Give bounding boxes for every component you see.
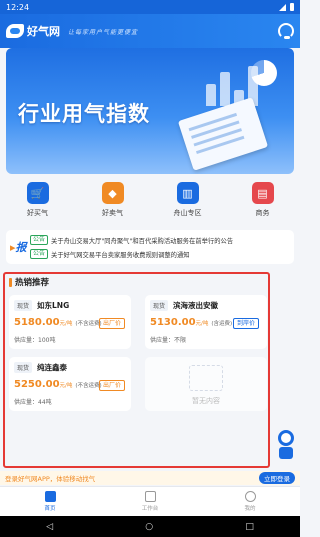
quick-nav: 🛒 好买气 ◆ 好卖气 ▥ 舟山专区 ▤ 商务	[0, 182, 300, 226]
logo: 好气网	[6, 23, 60, 39]
tab-label: 工作台	[141, 506, 159, 512]
status-bar: 12:24	[0, 0, 300, 14]
pie-chart-decoration	[251, 60, 277, 86]
product-card[interactable]: 现货 纯连鑫泰 5250.00 元/吨 (不含运费) 出厂价 供应量：44吨	[9, 357, 131, 411]
status-icons	[279, 3, 294, 11]
hot-sale-title: 热销推荐	[15, 278, 50, 288]
grid-icon	[144, 491, 156, 502]
quick-nav-buy[interactable]: 🛒 好买气	[3, 182, 73, 226]
empty-illustration	[189, 365, 223, 391]
notice-text: 关于舟山交易大厅"同舟聚气"和百代采购活动服务在前举行的公告	[51, 237, 234, 245]
notice-tag: 公告	[30, 249, 49, 259]
product-name: 纯连鑫泰	[37, 363, 68, 372]
login-prompt-text: 登录好气网APP，体验移动找气	[5, 475, 96, 483]
quick-nav-label: 商务	[255, 209, 270, 217]
announcement-icon: ▸报	[10, 241, 27, 254]
product-card[interactable]: 现货 如东LNG 5180.00 元/吨 (不含运费) 出厂价 供应量：100吨	[9, 295, 131, 349]
robot-assistant-icon[interactable]	[275, 430, 297, 462]
tab-workbench[interactable]: 工作台	[100, 487, 200, 516]
user-icon	[244, 491, 256, 502]
home-icon	[44, 491, 56, 502]
bottom-tab-bar: 首页 工作台 我的	[0, 486, 300, 516]
product-type-chip: 现货	[14, 300, 33, 311]
back-icon[interactable]: ◁	[46, 522, 53, 532]
status-time: 12:24	[6, 2, 30, 12]
price-unit: 元/吨	[59, 383, 73, 389]
home-button-icon[interactable]: ○	[145, 522, 153, 532]
app-header: 好气网 让每家用户气能更便宜	[0, 14, 300, 48]
tab-profile[interactable]: 我的	[200, 487, 300, 516]
notice-board: ▸报 公告 关于舟山交易大厅"同舟聚气"和百代采购活动服务在前举行的公告 公告 …	[6, 230, 294, 264]
price-unit: 元/吨	[195, 321, 209, 327]
product-price: 5130.00 元/吨 (含运费)	[150, 317, 232, 328]
tag-icon: ◆	[101, 182, 124, 204]
supply-amount: 供应量：44吨	[14, 399, 52, 406]
notice-tag: 公告	[30, 235, 49, 245]
section-title: 热销推荐	[9, 276, 49, 288]
product-type-chip: 现货	[14, 362, 33, 373]
login-prompt-bar: 登录好气网APP，体验移动找气 立即登录	[0, 471, 300, 485]
logo-text: 好气网	[27, 25, 60, 38]
price-note: (不含运费)	[75, 383, 102, 389]
document-decoration	[177, 97, 269, 171]
logo-icon	[6, 24, 24, 38]
product-price: 5180.00 元/吨 (不含运费)	[14, 317, 102, 328]
recent-apps-icon[interactable]: □	[245, 522, 254, 532]
product-price: 5250.00 元/吨 (不含运费)	[14, 379, 102, 390]
empty-card: 暂无内容	[145, 357, 267, 411]
tab-home[interactable]: 首页	[0, 487, 100, 516]
empty-text: 暂无内容	[192, 397, 220, 405]
price-type-button[interactable]: 出厂价	[99, 380, 126, 391]
quick-nav-sell[interactable]: ◆ 好卖气	[78, 182, 148, 226]
quick-nav-business[interactable]: ▤ 商务	[228, 182, 298, 226]
product-name: 滨海液出安徽	[173, 301, 219, 310]
notice-text: 关于好气网交易平台卖家服务收费规则调整的通知	[51, 251, 190, 259]
price-type-button[interactable]: 到岸价	[233, 318, 260, 329]
tab-label: 首页	[44, 506, 56, 512]
quick-nav-label: 舟山专区	[173, 209, 202, 217]
login-button[interactable]: 立即登录	[259, 472, 295, 484]
supply-amount: 供应量：100吨	[14, 337, 56, 344]
battery-icon	[290, 3, 294, 11]
building-icon: ▥	[176, 182, 199, 204]
price-type-button[interactable]: 出厂价	[99, 318, 126, 329]
notice-item[interactable]: 公告 关于舟山交易大厅"同舟聚气"和百代采购活动服务在前举行的公告	[30, 235, 290, 245]
price-note: (不含运费)	[75, 321, 102, 327]
cart-icon: 🛒	[26, 182, 49, 204]
price-value: 5130.00	[150, 317, 196, 328]
quick-nav-zhoushan[interactable]: ▥ 舟山专区	[153, 182, 223, 226]
tab-label: 我的	[244, 506, 256, 512]
section-marker	[9, 277, 12, 287]
customer-service-icon[interactable]	[278, 23, 294, 39]
price-unit: 元/吨	[59, 321, 73, 327]
supply-amount: 供应量：不限	[150, 337, 187, 344]
system-nav-bar: ◁ ○ □	[0, 516, 300, 537]
quick-nav-label: 好买气	[27, 209, 48, 217]
product-card[interactable]: 现货 滨海液出安徽 5130.00 元/吨 (含运费) 到岸价 供应量：不限	[145, 295, 267, 349]
product-type-chip: 现货	[150, 300, 169, 311]
quick-nav-label: 好卖气	[102, 209, 123, 217]
product-name: 如东LNG	[37, 301, 70, 310]
header-slogan: 让每家用户气能更便宜	[68, 28, 139, 36]
signal-icon	[279, 3, 286, 11]
price-note: (含运费)	[211, 321, 233, 327]
banner[interactable]: 行业用气指数	[6, 48, 294, 174]
price-value: 5180.00	[14, 317, 60, 328]
notice-item[interactable]: 公告 关于好气网交易平台卖家服务收费规则调整的通知	[30, 249, 290, 259]
banner-title: 行业用气指数	[18, 102, 150, 126]
hot-sale-section: 热销推荐 现货 如东LNG 5180.00 元/吨 (不含运费) 出厂价 供应量…	[3, 272, 270, 468]
document-icon: ▤	[251, 182, 274, 204]
price-value: 5250.00	[14, 379, 60, 390]
